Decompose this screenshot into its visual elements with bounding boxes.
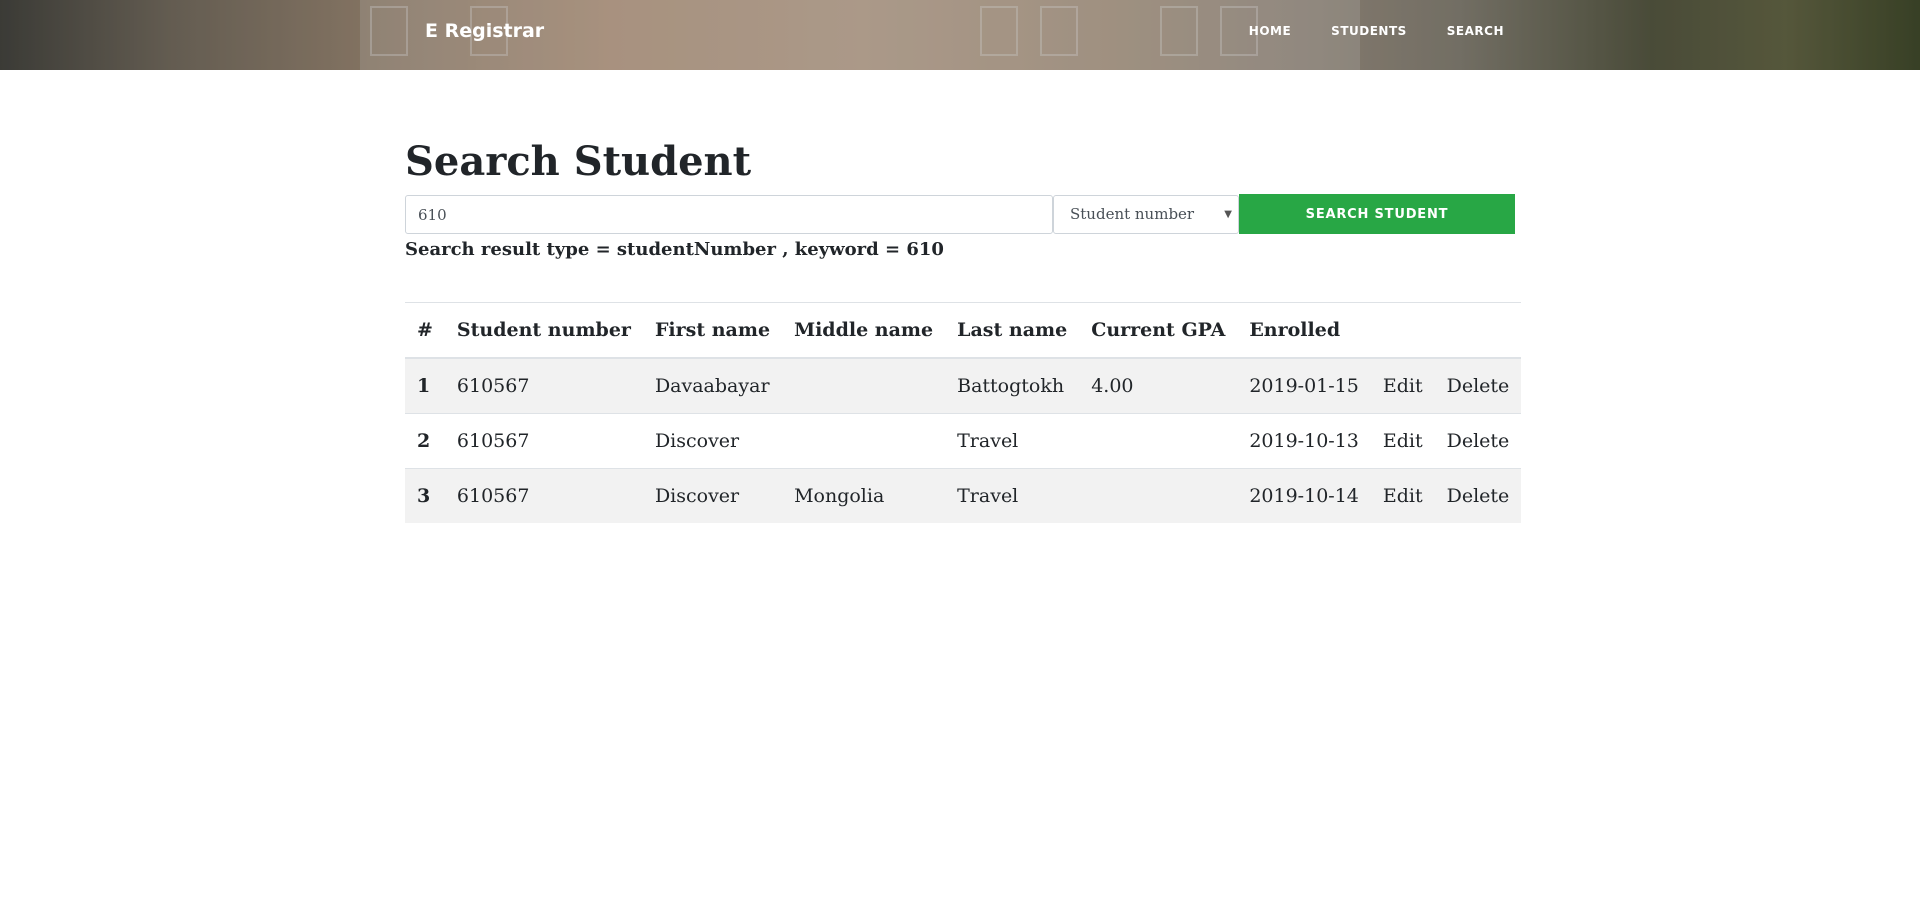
cell-middle-name: Mongolia (782, 468, 946, 523)
results-table: # Student number First name Middle name … (405, 302, 1522, 523)
col-header-gpa: Current GPA (1079, 302, 1238, 359)
cell-first-name: Discover (642, 468, 783, 523)
nav-students[interactable]: STUDENTS (1331, 24, 1407, 38)
delete-link[interactable]: Delete (1447, 485, 1510, 507)
table-row: 1 610567 Davaabayar Battogtokh 4.00 2019… (405, 357, 1522, 414)
table-header-row: # Student number First name Middle name … (405, 302, 1522, 359)
col-header-last-name: Last name (945, 302, 1080, 359)
nav-search[interactable]: SEARCH (1447, 24, 1504, 38)
edit-link[interactable]: Edit (1383, 430, 1423, 452)
cell-middle-name (782, 413, 946, 469)
cell-student-number: 610567 (444, 468, 643, 523)
page-title: Search Student (405, 138, 752, 185)
edit-link[interactable]: Edit (1383, 485, 1423, 507)
cell-last-name: Travel (945, 468, 1080, 523)
cell-index: 3 (405, 468, 445, 523)
cell-last-name: Travel (945, 413, 1080, 469)
cell-index: 1 (405, 357, 445, 414)
cell-enrolled: 2019-10-13 (1237, 413, 1371, 469)
search-type-selected: Student number (1070, 205, 1195, 223)
col-header-edit (1370, 302, 1435, 359)
nav-home[interactable]: HOME (1249, 24, 1291, 38)
search-type-select[interactable]: Student number ▼ (1053, 195, 1239, 234)
cell-index: 2 (405, 413, 445, 469)
cell-gpa: 4.00 (1079, 357, 1238, 414)
col-header-delete (1434, 302, 1522, 359)
main-content: Search Student Student number ▼ SEARCH S… (405, 70, 1522, 523)
delete-link[interactable]: Delete (1447, 375, 1510, 397)
search-input[interactable] (405, 195, 1053, 234)
col-header-middle-name: Middle name (782, 302, 946, 359)
header-overlay (0, 0, 1920, 70)
cell-middle-name (782, 357, 946, 414)
col-header-first-name: First name (642, 302, 783, 359)
cell-enrolled: 2019-10-14 (1237, 468, 1371, 523)
search-student-button[interactable]: SEARCH STUDENT (1239, 194, 1515, 234)
cell-gpa (1079, 468, 1238, 523)
cell-last-name: Battogtokh (945, 357, 1080, 414)
cell-first-name: Discover (642, 413, 783, 469)
cell-student-number: 610567 (444, 413, 643, 469)
chevron-down-icon: ▼ (1224, 209, 1232, 220)
col-header-student-number: Student number (444, 302, 643, 359)
navbar: E Registrar HOME STUDENTS SEARCH (0, 0, 1920, 70)
nav-links: HOME STUDENTS SEARCH (1249, 24, 1504, 38)
delete-link[interactable]: Delete (1447, 430, 1510, 452)
col-header-index: # (405, 302, 445, 359)
col-header-enrolled: Enrolled (1237, 302, 1371, 359)
search-form: Student number ▼ SEARCH STUDENT (405, 194, 1515, 235)
table-row: 3 610567 Discover Mongolia Travel 2019-1… (405, 468, 1522, 523)
table-row: 2 610567 Discover Travel 2019-10-13 Edit… (405, 413, 1522, 469)
brand-logo[interactable]: E Registrar (425, 20, 544, 42)
cell-gpa (1079, 413, 1238, 469)
cell-first-name: Davaabayar (642, 357, 783, 414)
cell-student-number: 610567 (444, 357, 643, 414)
edit-link[interactable]: Edit (1383, 375, 1423, 397)
search-result-info: Search result type = studentNumber , key… (405, 239, 944, 260)
cell-enrolled: 2019-01-15 (1237, 357, 1371, 414)
